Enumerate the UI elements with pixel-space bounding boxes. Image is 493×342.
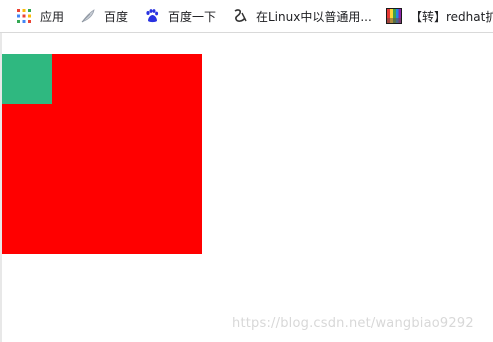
csdn-logo-icon bbox=[234, 9, 247, 22]
bookmarks-bar: 应用 百度 百度一下 在Linux中以普通用... 【转】redhat扩 bbox=[0, 0, 493, 33]
bookmark-linux-article[interactable]: 在Linux中以普通用... bbox=[232, 6, 372, 26]
green-box bbox=[2, 54, 52, 104]
bookmark-redhat-article[interactable]: 【转】redhat扩 bbox=[386, 6, 493, 26]
colorful-site-icon bbox=[386, 8, 402, 24]
bookmark-baidu-search-label: 百度一下 bbox=[168, 9, 217, 24]
bookmark-apps[interactable]: 应用 bbox=[16, 6, 64, 26]
bookmark-linux-label: 在Linux中以普通用... bbox=[256, 9, 372, 24]
bookmark-apps-label: 应用 bbox=[40, 9, 65, 24]
apps-grid-icon bbox=[17, 9, 31, 23]
bookmark-baidu[interactable]: 百度 bbox=[80, 6, 128, 26]
baidu-paw-icon bbox=[146, 9, 159, 23]
bookmark-baidu-search[interactable]: 百度一下 bbox=[144, 6, 216, 26]
csdn-watermark: https://blog.csdn.net/wangbiao9292 bbox=[232, 316, 474, 331]
bookmark-baidu-label: 百度 bbox=[104, 9, 129, 24]
bookmark-redhat-label: 【转】redhat扩 bbox=[410, 9, 493, 24]
feather-icon bbox=[81, 9, 95, 23]
